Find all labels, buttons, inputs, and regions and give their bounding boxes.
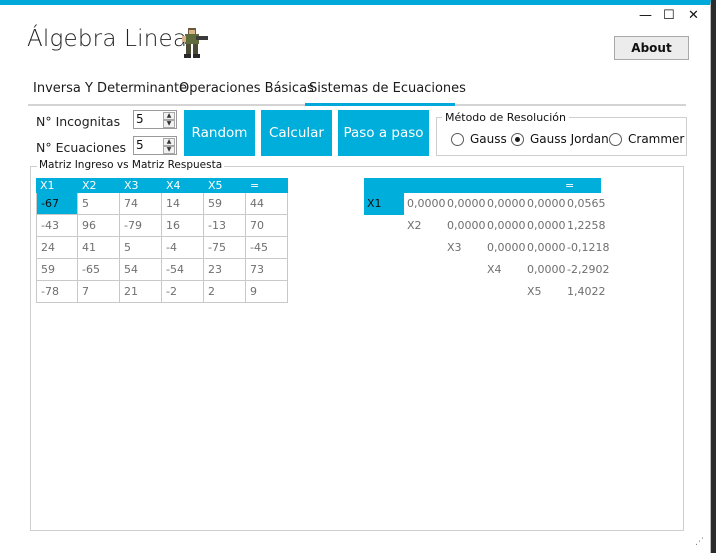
gauss-radio[interactable] bbox=[451, 133, 464, 146]
input-matrix-cell[interactable]: 70 bbox=[246, 215, 288, 237]
matrix-panel-title: Matriz Ingreso vs Matriz Respuesta bbox=[37, 159, 225, 171]
input-matrix-header: X1 X2 X3 X4 X5 = bbox=[36, 178, 288, 193]
result-matrix-cell: 0,0000 bbox=[487, 241, 526, 254]
result-matrix-cell: 0,0000 bbox=[527, 241, 566, 254]
result-matrix-cell: 0,0000 bbox=[487, 197, 526, 210]
input-matrix-cell[interactable]: -43 bbox=[36, 215, 78, 237]
result-matrix-cell: 1,2258 bbox=[567, 219, 606, 232]
incognitas-stepper[interactable]: 5 ▲ ▼ bbox=[133, 110, 177, 129]
input-matrix-cell[interactable]: 7 bbox=[78, 281, 120, 303]
ecuaciones-stepper[interactable]: 5 ▲ ▼ bbox=[133, 136, 177, 155]
stepper-down-icon[interactable]: ▼ bbox=[163, 146, 175, 154]
result-matrix-cell: 0,0000 bbox=[447, 219, 486, 232]
result-matrix-cell: 0,0565 bbox=[567, 197, 606, 210]
input-matrix-cell[interactable]: -65 bbox=[78, 259, 120, 281]
gauss-jordan-label[interactable]: Gauss Jordan bbox=[530, 132, 609, 146]
stepper-up-icon[interactable]: ▲ bbox=[163, 138, 175, 146]
crammer-radio[interactable] bbox=[609, 133, 622, 146]
tab-operaciones[interactable]: Operaciones Básicas bbox=[179, 81, 314, 96]
incognitas-value: 5 bbox=[136, 112, 144, 126]
incognitas-label: N° Incognitas bbox=[36, 114, 121, 129]
ecuaciones-label: N° Ecuaciones bbox=[36, 140, 127, 155]
active-tab-indicator bbox=[305, 103, 455, 106]
input-matrix-cell[interactable]: -79 bbox=[120, 215, 162, 237]
result-matrix-cell: 0,0000 bbox=[527, 263, 566, 276]
result-matrix-cell: X4 bbox=[487, 263, 502, 276]
input-matrix-cell[interactable]: 59 bbox=[204, 193, 246, 215]
input-matrix-cell[interactable]: -2 bbox=[162, 281, 204, 303]
result-equals-header: = bbox=[565, 179, 575, 192]
input-column-header[interactable]: X3 bbox=[120, 178, 139, 193]
input-matrix-cell[interactable]: 59 bbox=[36, 259, 78, 281]
method-group-title: Método de Resolución bbox=[442, 111, 569, 124]
input-matrix-cell[interactable]: 9 bbox=[246, 281, 288, 303]
input-matrix-cell[interactable]: -75 bbox=[204, 237, 246, 259]
result-matrix-cell: -2,2902 bbox=[567, 263, 610, 276]
result-matrix-cell: 0,0000 bbox=[447, 197, 486, 210]
input-matrix-cell[interactable]: -78 bbox=[36, 281, 78, 303]
maximize-button[interactable]: ☐ bbox=[663, 9, 675, 23]
result-matrix-cell: 0,0000 bbox=[487, 219, 526, 232]
crammer-label[interactable]: Crammer bbox=[628, 132, 684, 146]
input-matrix-cell[interactable]: 41 bbox=[78, 237, 120, 259]
paso-a-paso-button[interactable]: Paso a paso bbox=[338, 110, 429, 156]
main-window: — ☐ ✕ Álgebra Lineal About Inversa Y Det… bbox=[0, 0, 711, 553]
result-matrix-cell: 1,4022 bbox=[567, 285, 606, 298]
input-matrix-cell[interactable]: -4 bbox=[162, 237, 204, 259]
input-matrix-cell[interactable]: -67 bbox=[36, 193, 78, 215]
result-matrix-cell: 0,0000 bbox=[527, 197, 566, 210]
calcular-button[interactable]: Calcular bbox=[261, 110, 332, 156]
tab-inversa[interactable]: Inversa Y Determinante bbox=[33, 81, 187, 96]
stepper-down-icon[interactable]: ▼ bbox=[163, 120, 175, 128]
input-matrix-cell[interactable]: 24 bbox=[36, 237, 78, 259]
result-matrix-cell: X5 bbox=[527, 285, 542, 298]
stepper-up-icon[interactable]: ▲ bbox=[163, 112, 175, 120]
result-matrix-cell: -0,1218 bbox=[567, 241, 610, 254]
gauss-label[interactable]: Gauss bbox=[470, 132, 507, 146]
result-matrix-cell: X3 bbox=[447, 241, 462, 254]
input-matrix-cell[interactable]: -54 bbox=[162, 259, 204, 281]
input-matrix-cell[interactable]: 96 bbox=[78, 215, 120, 237]
input-matrix-cell[interactable]: 14 bbox=[162, 193, 204, 215]
ecuaciones-value: 5 bbox=[136, 138, 144, 152]
pixel-soldier-icon bbox=[182, 28, 208, 58]
gauss-jordan-radio[interactable] bbox=[511, 133, 524, 146]
result-matrix-header: = bbox=[364, 178, 601, 193]
input-matrix-cell[interactable]: 74 bbox=[120, 193, 162, 215]
input-matrix-cell[interactable]: 23 bbox=[204, 259, 246, 281]
app-title: Álgebra Lineal bbox=[27, 26, 194, 52]
input-matrix-cell[interactable]: 73 bbox=[246, 259, 288, 281]
input-column-header[interactable]: X4 bbox=[162, 178, 181, 193]
result-matrix-cell: 0,0000 bbox=[527, 219, 566, 232]
input-column-header[interactable]: X5 bbox=[204, 178, 223, 193]
result-matrix-cell: X1 bbox=[364, 193, 404, 215]
about-button[interactable]: About bbox=[614, 36, 689, 60]
tab-sistemas[interactable]: Sistemas de Ecuaciones bbox=[309, 81, 466, 96]
input-column-header[interactable]: X2 bbox=[78, 178, 97, 193]
minimize-button[interactable]: — bbox=[639, 9, 652, 23]
close-button[interactable]: ✕ bbox=[688, 9, 699, 23]
input-column-header[interactable]: X1 bbox=[36, 178, 55, 193]
input-matrix-cell[interactable]: -45 bbox=[246, 237, 288, 259]
input-matrix-cell[interactable]: 21 bbox=[120, 281, 162, 303]
input-matrix-cell[interactable]: 5 bbox=[78, 193, 120, 215]
input-matrix-cell[interactable]: 16 bbox=[162, 215, 204, 237]
input-matrix-cell[interactable]: 54 bbox=[120, 259, 162, 281]
input-matrix-cell[interactable]: -13 bbox=[204, 215, 246, 237]
input-matrix-cell[interactable]: 44 bbox=[246, 193, 288, 215]
resize-grip-icon[interactable]: ⋰ bbox=[695, 537, 704, 547]
input-column-header[interactable]: = bbox=[246, 178, 259, 193]
result-matrix-cell: 0,0000 bbox=[407, 197, 446, 210]
result-matrix-cell: X2 bbox=[407, 219, 422, 232]
random-button[interactable]: Random bbox=[184, 110, 255, 156]
input-matrix-cell[interactable]: 2 bbox=[204, 281, 246, 303]
input-matrix-cell[interactable]: 5 bbox=[120, 237, 162, 259]
